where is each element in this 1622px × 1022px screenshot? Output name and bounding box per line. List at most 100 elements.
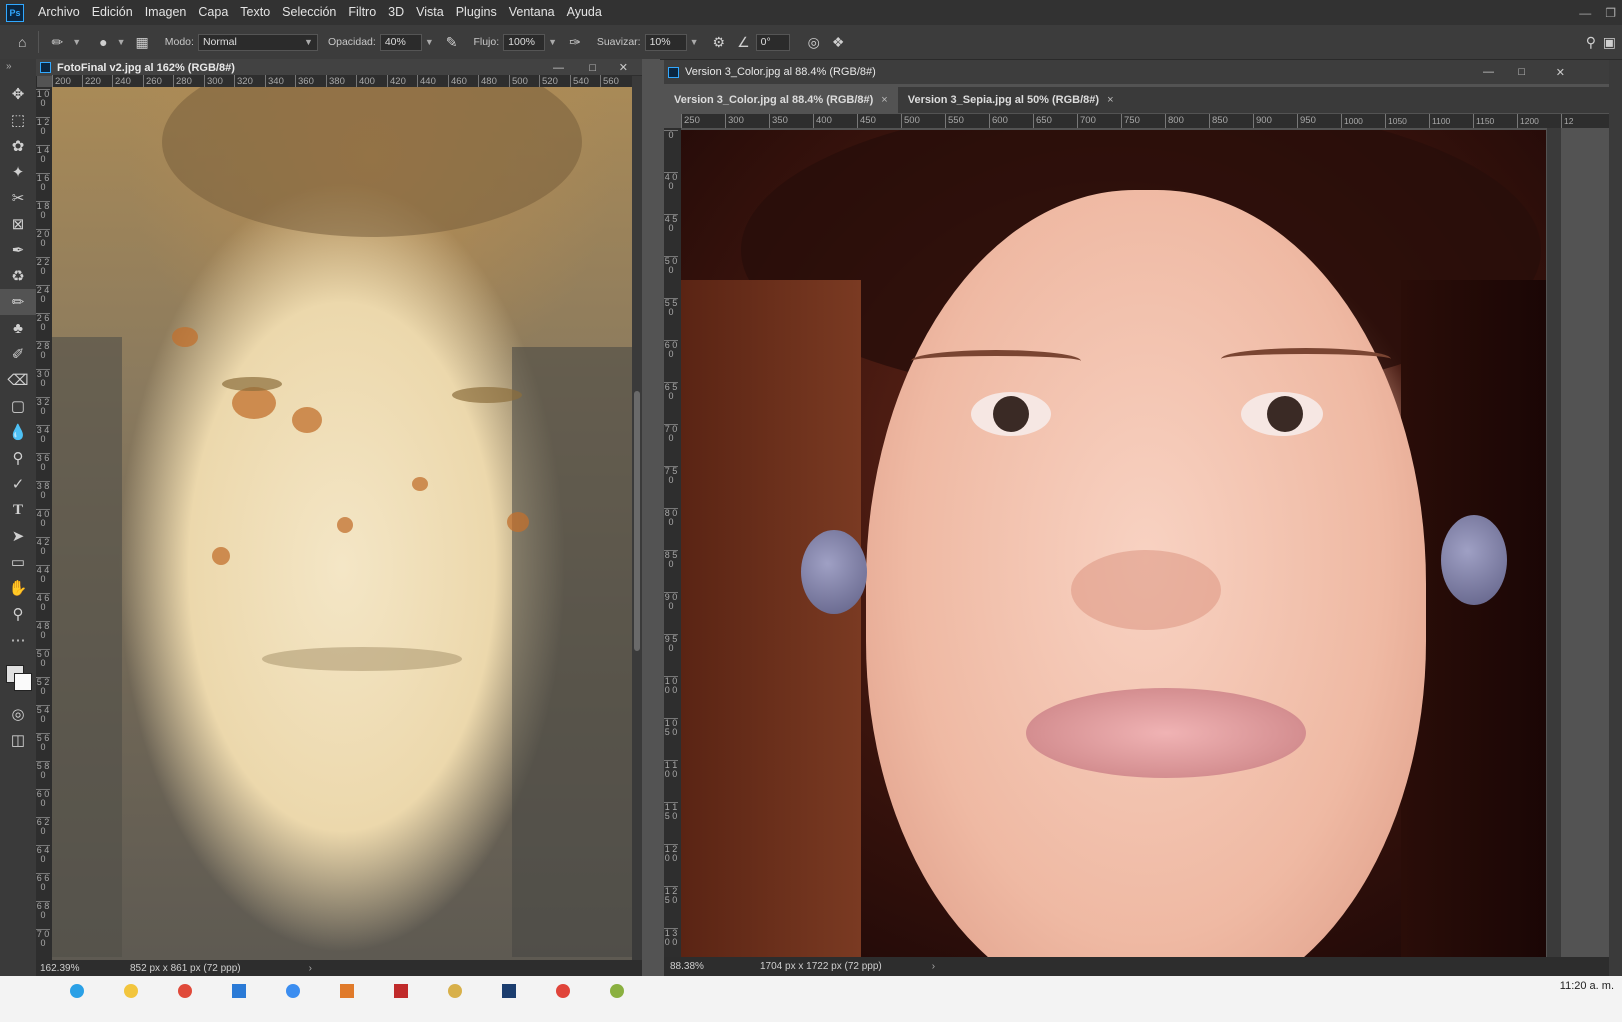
chevron-right-icon[interactable]: › — [309, 963, 312, 974]
chevron-down-icon[interactable]: ▼ — [72, 37, 81, 47]
dodge-icon[interactable]: ⚲ — [0, 445, 36, 471]
maximize-icon[interactable]: □ — [589, 62, 596, 74]
stamp-icon[interactable]: ♣ — [0, 315, 36, 341]
angle-input[interactable]: 0° — [755, 33, 790, 51]
quick-mask-icon[interactable]: ◎ — [0, 701, 36, 727]
eyedropper-icon[interactable]: ✒ — [0, 237, 36, 263]
menu-seleccion[interactable]: Selección — [276, 0, 342, 25]
app-icon[interactable] — [70, 984, 84, 998]
app-icon[interactable] — [556, 984, 570, 998]
home-icon[interactable]: ⌂ — [18, 34, 26, 50]
rectangle-icon[interactable]: ▭ — [0, 549, 36, 575]
airbrush-icon[interactable]: ✑ — [569, 34, 581, 51]
more-icon[interactable]: ⋯ — [0, 627, 36, 653]
close-icon[interactable]: ✕ — [619, 61, 628, 74]
history-brush-icon[interactable]: ✐ — [0, 341, 36, 367]
menu-imagen[interactable]: Imagen — [139, 0, 193, 25]
crop-icon[interactable]: ✂ — [0, 185, 36, 211]
flujo-input[interactable]: 100% — [503, 33, 546, 51]
left-horizontal-ruler: 200 220 240 260 280 300 320 340 360 380 … — [52, 75, 642, 87]
menu-ventana[interactable]: Ventana — [503, 0, 561, 25]
brush-icon[interactable]: ✏ — [0, 289, 36, 315]
chevron-down-icon[interactable]: ▼ — [548, 37, 557, 47]
gear-icon[interactable]: ⚙ — [713, 34, 726, 51]
brush-size-icon[interactable]: ● — [99, 34, 107, 50]
screen-mode-icon[interactable]: ◫ — [0, 727, 36, 753]
close-icon[interactable]: × — [881, 94, 887, 106]
menu-vista[interactable]: Vista — [410, 0, 450, 25]
right-vertical-scrollbar[interactable] — [1547, 128, 1561, 957]
ruler-tick: 1050 — [1385, 114, 1407, 128]
menu-archivo[interactable]: Archivo — [32, 0, 86, 25]
close-icon[interactable]: × — [1107, 94, 1113, 106]
chevron-right-icon[interactable]: › — [932, 961, 935, 972]
frame-icon[interactable]: ⊠ — [0, 211, 36, 237]
background-color-swatch[interactable] — [14, 673, 32, 691]
app-icon[interactable] — [394, 984, 408, 998]
app-icon[interactable] — [340, 984, 354, 998]
menu-plugins[interactable]: Plugins — [450, 0, 503, 25]
hand-icon[interactable]: ✋ — [0, 575, 36, 601]
app-icon[interactable] — [178, 984, 192, 998]
gradient-icon[interactable]: ▢ — [0, 393, 36, 419]
menu-filtro[interactable]: Filtro — [342, 0, 382, 25]
move-icon[interactable]: ✥ — [0, 81, 36, 107]
right-zoom-value[interactable]: 88.38% — [670, 961, 760, 972]
menu-ayuda[interactable]: Ayuda — [561, 0, 608, 25]
pressure-opacity-icon[interactable]: ✎ — [446, 34, 458, 51]
right-canvas-photo[interactable] — [681, 130, 1546, 957]
right-document-title-bar[interactable]: Version 3_Color.jpg al 88.4% (RGB/8#) — … — [664, 60, 1609, 84]
blur-icon[interactable]: 💧 — [0, 419, 36, 445]
magic-wand-icon[interactable]: ✦ — [0, 159, 36, 185]
chevron-down-icon[interactable]: ▼ — [117, 37, 126, 47]
app-icon[interactable] — [124, 984, 138, 998]
workspace-icon[interactable]: ▣ — [1603, 34, 1616, 51]
menu-3d[interactable]: 3D — [382, 0, 410, 25]
collapse-icon[interactable]: » — [0, 59, 36, 81]
clock[interactable]: 11:20 a. m. — [1560, 980, 1614, 992]
chevron-down-icon[interactable]: ▼ — [690, 37, 699, 47]
minimize-icon[interactable]: — — [1579, 6, 1591, 20]
app-icon[interactable] — [448, 984, 462, 998]
eraser-icon[interactable]: ⌫ — [0, 367, 36, 393]
app-icon[interactable] — [232, 984, 246, 998]
app-icon[interactable] — [502, 984, 516, 998]
flujo-label: Flujo: — [473, 36, 500, 48]
pen-icon[interactable]: ✓ — [0, 471, 36, 497]
color-swatches[interactable] — [0, 653, 36, 701]
left-zoom-value[interactable]: 162.39% — [40, 963, 130, 974]
path-select-icon[interactable]: ➤ — [0, 523, 36, 549]
app-icon[interactable] — [286, 984, 300, 998]
maximize-icon[interactable]: □ — [1518, 66, 1525, 78]
minimize-icon[interactable]: — — [553, 62, 564, 74]
brush-preset-icon[interactable]: ✏ — [51, 34, 63, 51]
minimize-icon[interactable]: — — [1483, 66, 1494, 78]
brush-panel-icon[interactable]: ▦ — [136, 34, 149, 51]
zoom-icon[interactable]: ⚲ — [0, 601, 36, 627]
mouth — [262, 647, 462, 671]
left-document-title-bar[interactable]: FotoFinal v2.jpg al 162% (RGB/8#) — □ ✕ — [36, 59, 642, 76]
close-icon[interactable]: ✕ — [1556, 66, 1565, 79]
tab-version-3-sepia[interactable]: Version 3_Sepia.jpg al 50% (RGB/8#) × — [898, 87, 1124, 113]
menu-texto[interactable]: Texto — [234, 0, 276, 25]
healing-icon[interactable]: ♻ — [0, 263, 36, 289]
scroll-thumb[interactable] — [634, 391, 640, 651]
restore-icon[interactable]: ❐ — [1605, 6, 1616, 20]
modo-select[interactable]: Normal ▼ — [197, 33, 318, 51]
left-canvas-photo[interactable] — [52, 87, 632, 960]
tab-version-3-color[interactable]: Version 3_Color.jpg al 88.4% (RGB/8#) × — [664, 87, 898, 113]
menu-edicion[interactable]: Edición — [86, 0, 139, 25]
opacidad-input[interactable]: 40% — [379, 33, 422, 51]
chevron-down-icon[interactable]: ▼ — [425, 37, 434, 47]
marquee-icon[interactable]: ⬚ — [0, 107, 36, 133]
symmetry-icon[interactable]: ❖ — [832, 34, 845, 51]
pressure-size-icon[interactable]: ◎ — [808, 34, 820, 51]
app-icon[interactable] — [610, 984, 624, 998]
left-vertical-scrollbar[interactable] — [632, 76, 642, 960]
type-icon[interactable]: T — [0, 497, 36, 523]
lasso-icon[interactable]: ✿ — [0, 133, 36, 159]
search-icon[interactable]: ⚲ — [1586, 34, 1596, 51]
menu-capa[interactable]: Capa — [192, 0, 234, 25]
suavizar-input[interactable]: 10% — [644, 33, 687, 51]
tools-panel: » ✥ ⬚ ✿ ✦ ✂ ⊠ ✒ ♻ ✏ ♣ ✐ ⌫ ▢ 💧 ⚲ ✓ T ➤ ▭ … — [0, 59, 37, 1014]
